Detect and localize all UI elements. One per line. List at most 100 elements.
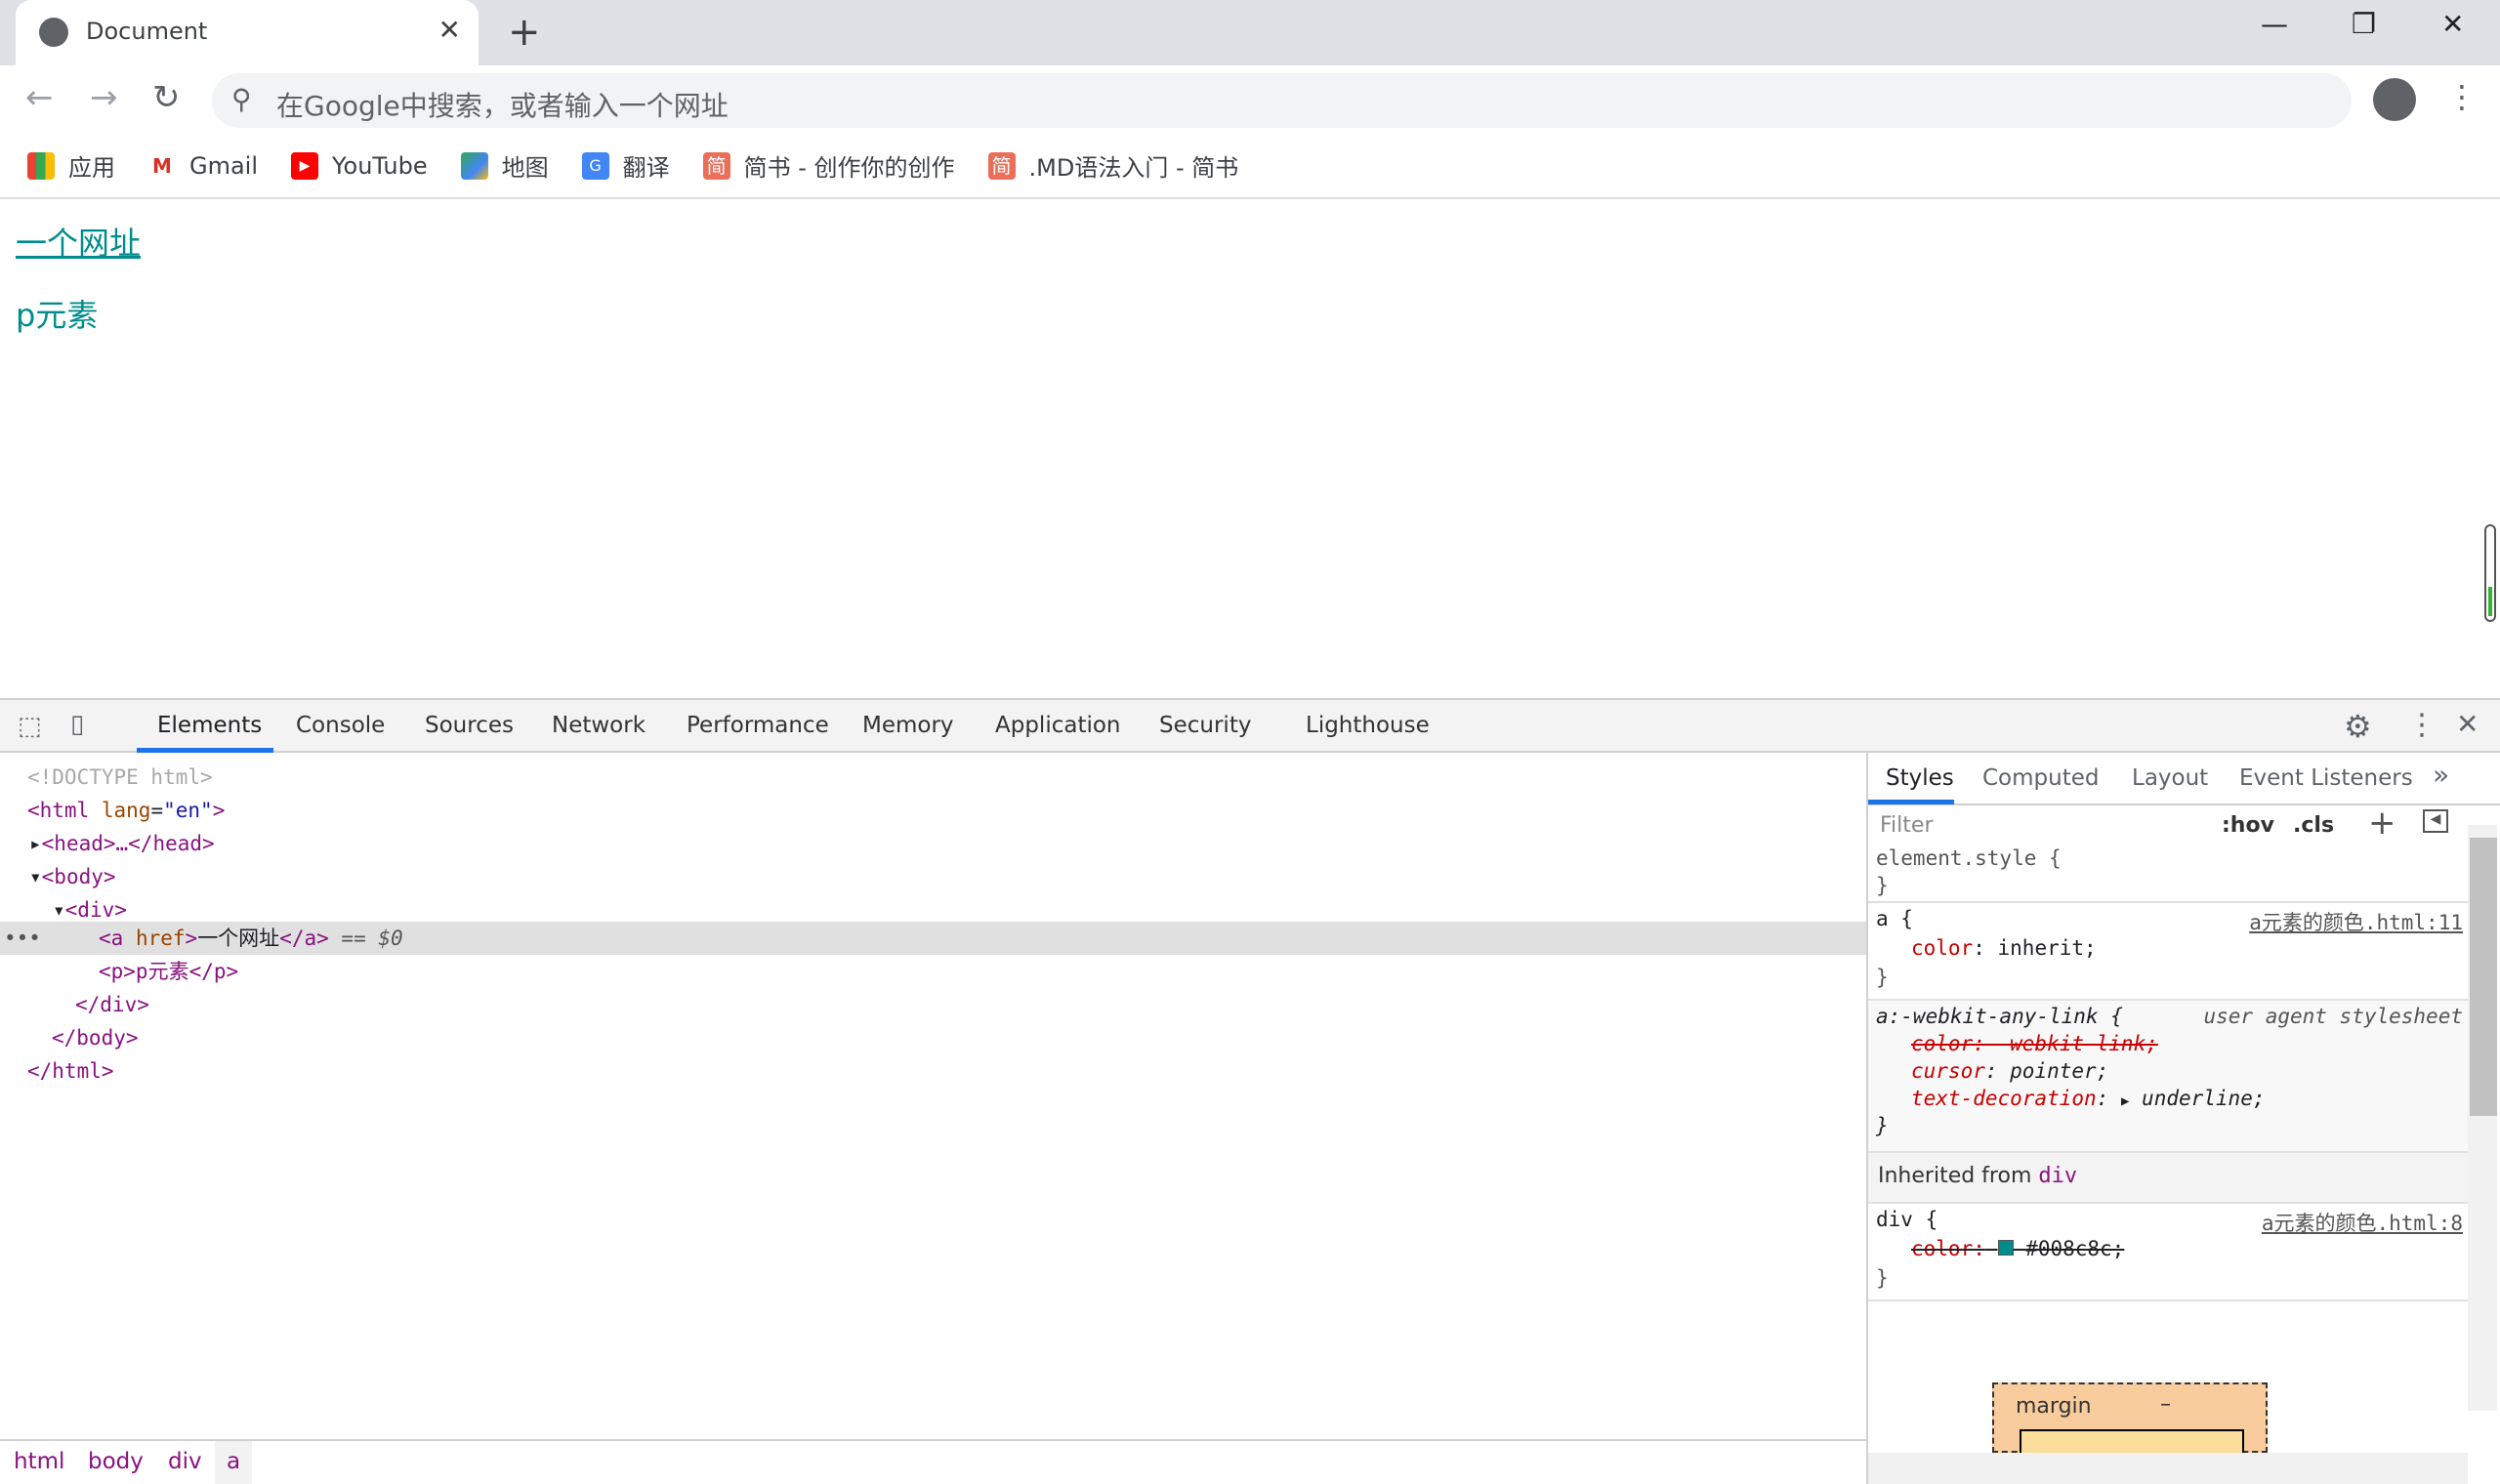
- bookmark-label: 应用: [68, 154, 115, 182]
- breadcrumb-body[interactable]: body: [88, 1449, 144, 1474]
- text-node: 一个网址: [197, 927, 280, 950]
- brace: }: [1876, 1266, 1889, 1290]
- tab-console[interactable]: Console: [296, 713, 385, 738]
- tab-application[interactable]: Application: [995, 713, 1121, 738]
- dom-div-close[interactable]: </div>: [75, 988, 149, 1021]
- close-tab-icon[interactable]: ✕: [438, 14, 461, 46]
- tab-layout[interactable]: Layout: [2132, 765, 2208, 791]
- rule-user-agent: a:-webkit-any-link { user agent styleshe…: [1868, 1001, 2469, 1153]
- back-icon[interactable]: ←: [25, 78, 54, 117]
- selector[interactable]: element.style {: [1876, 846, 2062, 870]
- devtools-tab-bar: ⬚ ▯ Elements Console Sources Network Per…: [0, 698, 2500, 753]
- bookmark-label: Gmail: [189, 151, 259, 180]
- selector[interactable]: a {: [1876, 907, 1913, 930]
- page-link[interactable]: 一个网址: [16, 219, 141, 264]
- jianshu-icon: 简: [987, 151, 1016, 180]
- expand-arrow-icon[interactable]: ▸: [29, 832, 42, 855]
- tag: <a: [99, 927, 124, 950]
- maps-icon: [460, 151, 488, 180]
- tab-styles[interactable]: Styles: [1886, 765, 1954, 791]
- tab-computed[interactable]: Computed: [1982, 765, 2099, 791]
- expand-arrow-icon[interactable]: ▶: [2121, 1093, 2129, 1109]
- close-devtools-icon[interactable]: ✕: [2456, 708, 2479, 740]
- bookmarks-bar: 应用 M Gmail ▶ YouTube 地图 G 翻译 简简书 - 创作你的创作 简…: [0, 134, 2500, 199]
- brace: }: [1876, 1114, 1889, 1137]
- dom-body[interactable]: ▾<body>: [29, 860, 116, 893]
- more-menu-icon[interactable]: ⋮: [2446, 78, 2478, 115]
- active-tab-indicator: [1868, 800, 1954, 804]
- more-tabs-icon[interactable]: »: [2433, 759, 2449, 791]
- inherited-element-link[interactable]: div: [2038, 1164, 2077, 1188]
- styles-scrollbar-thumb[interactable]: [2470, 838, 2497, 1116]
- filter-input[interactable]: Filter: [1872, 811, 2132, 839]
- styles-horizontal-scrollbar[interactable]: [1868, 1453, 2468, 1484]
- selector[interactable]: div {: [1876, 1208, 1938, 1231]
- dom-body-close[interactable]: </body>: [52, 1021, 139, 1054]
- browser-tab[interactable]: Document ✕: [16, 0, 479, 65]
- minimize-button[interactable]: —: [2261, 8, 2288, 40]
- margin-value[interactable]: –: [2160, 1392, 2171, 1417]
- dom-html-close[interactable]: </html>: [27, 1054, 114, 1088]
- profile-avatar[interactable]: [2373, 78, 2416, 121]
- rule-div: div { a元素的颜色.html:8 color: #008c8c; }: [1868, 1204, 2469, 1301]
- bookmark-apps[interactable]: 应用: [27, 148, 115, 183]
- dom-a-selected[interactable]: <a href>一个网址</a> == $0: [99, 922, 403, 955]
- box-model-margin: margin –: [1992, 1382, 2268, 1459]
- bookmark-maps[interactable]: 地图: [460, 148, 549, 183]
- forward-icon[interactable]: →: [90, 78, 118, 117]
- bookmark-youtube[interactable]: ▶ YouTube: [291, 151, 428, 180]
- dom-html[interactable]: <html lang="en">: [27, 794, 225, 827]
- devtools-menu-icon[interactable]: ⋮: [2407, 708, 2437, 742]
- dom-p[interactable]: <p>p元素</p>: [99, 955, 238, 988]
- bookmark-translate[interactable]: G 翻译: [581, 148, 670, 183]
- dom-doctype[interactable]: <!DOCTYPE html>: [27, 761, 213, 794]
- tab-security[interactable]: Security: [1159, 713, 1251, 738]
- breadcrumb-div[interactable]: div: [168, 1449, 202, 1474]
- restore-button[interactable]: ❐: [2352, 8, 2376, 40]
- tab-memory[interactable]: Memory: [862, 713, 954, 738]
- close-window-button[interactable]: ✕: [2441, 8, 2464, 40]
- new-rule-button[interactable]: +: [2368, 804, 2396, 843]
- inherited-label: Inherited from: [1878, 1164, 2032, 1188]
- toggle-sidebar-icon[interactable]: ◀: [2423, 809, 2448, 833]
- settings-gear-icon[interactable]: ⚙: [2344, 708, 2372, 745]
- tab-strip: Document ✕ + — ❐ ✕: [0, 0, 2500, 65]
- breadcrumb-a[interactable]: a: [215, 1441, 253, 1484]
- brace: }: [1876, 874, 1889, 897]
- tab-performance[interactable]: Performance: [687, 713, 829, 738]
- device-toolbar-icon[interactable]: ▯: [70, 710, 84, 739]
- inspect-element-icon[interactable]: ⬚: [18, 712, 42, 741]
- dom-head[interactable]: ▸<head>…</head>: [29, 827, 215, 860]
- new-tab-button[interactable]: +: [508, 10, 541, 55]
- row-dots[interactable]: •••: [4, 922, 41, 955]
- bookmark-label: .MD语法入门 - 简书: [1028, 154, 1239, 182]
- color-swatch[interactable]: [1997, 1240, 2014, 1256]
- declaration[interactable]: color: inherit;: [1911, 936, 2097, 960]
- reload-icon[interactable]: ↻: [152, 78, 181, 117]
- page-paragraph: p元素: [16, 297, 99, 334]
- translate-icon: G: [581, 151, 609, 180]
- declaration: text-decoration: ▶ underline;: [1911, 1087, 2266, 1110]
- bookmark-gmail[interactable]: M Gmail: [148, 152, 258, 180]
- attr: href: [135, 927, 186, 950]
- selector: a:-webkit-any-link {: [1876, 1005, 2123, 1028]
- bookmark-label: 翻译: [622, 154, 670, 182]
- tab-lighthouse[interactable]: Lighthouse: [1306, 713, 1430, 738]
- tab-elements[interactable]: Elements: [157, 713, 262, 738]
- class-toggle[interactable]: .cls: [2293, 813, 2334, 838]
- omnibox[interactable]: ⚲ 在Google中搜索，或者输入一个网址: [212, 73, 2352, 128]
- hover-state-toggle[interactable]: :hov: [2222, 813, 2274, 838]
- tab-sources[interactable]: Sources: [425, 713, 514, 738]
- bookmark-jianshu[interactable]: 简简书 - 创作你的创作: [702, 148, 955, 183]
- source-link[interactable]: a元素的颜色.html:11: [2249, 907, 2463, 936]
- overridden-declaration[interactable]: color: #008c8c;: [1911, 1237, 2124, 1260]
- tag: <html: [27, 799, 90, 822]
- tab-network[interactable]: Network: [552, 713, 646, 738]
- bookmark-md[interactable]: 简 .MD语法入门 - 简书: [987, 148, 1239, 183]
- breadcrumb-html[interactable]: html: [14, 1449, 64, 1474]
- collapse-arrow-icon[interactable]: ▾: [29, 865, 42, 888]
- tab-event-listeners[interactable]: Event Listeners: [2239, 765, 2413, 791]
- collapse-arrow-icon[interactable]: ▾: [53, 898, 65, 922]
- page-scroll-indicator[interactable]: [2484, 524, 2496, 622]
- source-link[interactable]: a元素的颜色.html:8: [2262, 1208, 2463, 1237]
